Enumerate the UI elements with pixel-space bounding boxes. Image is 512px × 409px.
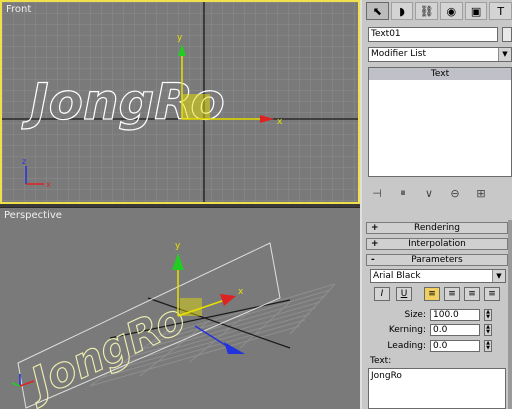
font-dropdown[interactable]: Arial Black ▼ xyxy=(370,269,506,283)
stack-toolbar: ⊣ ⏸ ∨ ⊖ ⊞ xyxy=(368,184,512,202)
kerning-input[interactable]: 0.0 xyxy=(430,324,480,336)
size-label: Size: xyxy=(404,310,426,320)
persp-gizmo-y-label: y xyxy=(175,241,181,251)
kerning-spinner[interactable]: ▲ ▼ xyxy=(484,324,492,336)
command-panel: ⬉ ◗ ⛓ ◉ ▣ T Text01 Modifier List ▼ Text … xyxy=(360,0,512,409)
pin-stack-icon[interactable]: ⊣ xyxy=(368,187,386,200)
motion-tab[interactable]: ◉ xyxy=(440,2,463,20)
perspective-viewport[interactable]: JongRo y x Perspective xyxy=(0,207,360,409)
size-input[interactable]: 100.0 xyxy=(430,309,480,321)
rollout-title: Interpolation xyxy=(408,239,466,249)
size-spinner[interactable]: ▲ ▼ xyxy=(484,309,492,321)
justify-button[interactable]: ≡ xyxy=(484,287,500,301)
stack-item-text[interactable]: Text xyxy=(369,68,511,80)
chevron-down-icon: ▼ xyxy=(498,48,511,61)
align-left-button[interactable]: ≡ xyxy=(424,287,440,301)
rollout-interpolation[interactable]: + Interpolation xyxy=(366,238,508,250)
modify-icon: ◗ xyxy=(399,4,405,18)
show-end-result-icon[interactable]: ⏸ xyxy=(394,186,412,200)
object-name-field[interactable]: Text01 xyxy=(368,27,498,42)
chevron-down-icon: ▼ xyxy=(492,270,505,282)
make-unique-icon[interactable]: ∨ xyxy=(420,187,438,200)
utilities-icon: T xyxy=(497,4,505,18)
corner-x-label: x xyxy=(46,180,51,189)
display-icon: ▣ xyxy=(470,4,482,18)
create-tab[interactable]: ⬉ xyxy=(366,2,389,20)
panel-scrollbar[interactable] xyxy=(508,220,512,409)
leading-label: Leading: xyxy=(387,341,426,351)
persp-gizmo-x-label: x xyxy=(238,287,244,297)
command-panel-tabs: ⬉ ◗ ⛓ ◉ ▣ T xyxy=(366,2,512,22)
configure-sets-icon[interactable]: ⊞ xyxy=(472,187,490,200)
front-viewport[interactable]: JongRo y x z x Front xyxy=(0,0,360,204)
rollout-title: Parameters xyxy=(411,255,463,265)
modifier-list-dropdown[interactable]: Modifier List ▼ xyxy=(368,47,512,62)
gizmo-x-label: x xyxy=(277,117,283,127)
cursor-icon: ⬉ xyxy=(372,4,382,18)
align-right-button[interactable]: ≡ xyxy=(464,287,480,301)
remove-modifier-icon[interactable]: ⊖ xyxy=(446,187,464,200)
text-label: Text: xyxy=(370,356,392,366)
kerning-label: Kerning: xyxy=(388,325,426,335)
utilities-tab[interactable]: T xyxy=(489,2,512,20)
italic-button[interactable]: I xyxy=(374,287,390,301)
hierarchy-tab[interactable]: ⛓ xyxy=(415,2,439,20)
rollout-parameters[interactable]: - Parameters xyxy=(366,254,508,266)
modify-tab[interactable]: ◗ xyxy=(390,2,414,20)
motion-icon: ◉ xyxy=(446,4,457,18)
front-viewport-label[interactable]: Front xyxy=(6,4,31,15)
font-value: Arial Black xyxy=(373,271,421,281)
rollout-sign: - xyxy=(371,255,375,265)
leading-spinner[interactable]: ▲ ▼ xyxy=(484,340,492,352)
object-color-swatch[interactable] xyxy=(502,27,512,42)
corner-z-label: z xyxy=(22,157,26,166)
hierarchy-icon: ⛓ xyxy=(419,4,434,18)
display-tab[interactable]: ▣ xyxy=(464,2,488,20)
modifier-stack[interactable]: Text xyxy=(368,67,512,177)
rollout-sign: + xyxy=(371,223,379,233)
underline-button[interactable]: U xyxy=(396,287,412,301)
rollout-rendering[interactable]: + Rendering xyxy=(366,222,508,234)
rollout-sign: + xyxy=(371,239,379,249)
perspective-grid: JongRo y x xyxy=(11,241,336,409)
align-center-button[interactable]: ≡ xyxy=(444,287,460,301)
text-input[interactable]: JongRo xyxy=(368,368,506,409)
rollout-title: Rendering xyxy=(414,223,460,233)
leading-input[interactable]: 0.0 xyxy=(430,340,480,352)
gizmo-y-label: y xyxy=(177,33,183,43)
perspective-viewport-label[interactable]: Perspective xyxy=(4,210,62,221)
front-grid: JongRo y x z x xyxy=(2,2,358,202)
modifier-list-label: Modifier List xyxy=(371,49,426,59)
